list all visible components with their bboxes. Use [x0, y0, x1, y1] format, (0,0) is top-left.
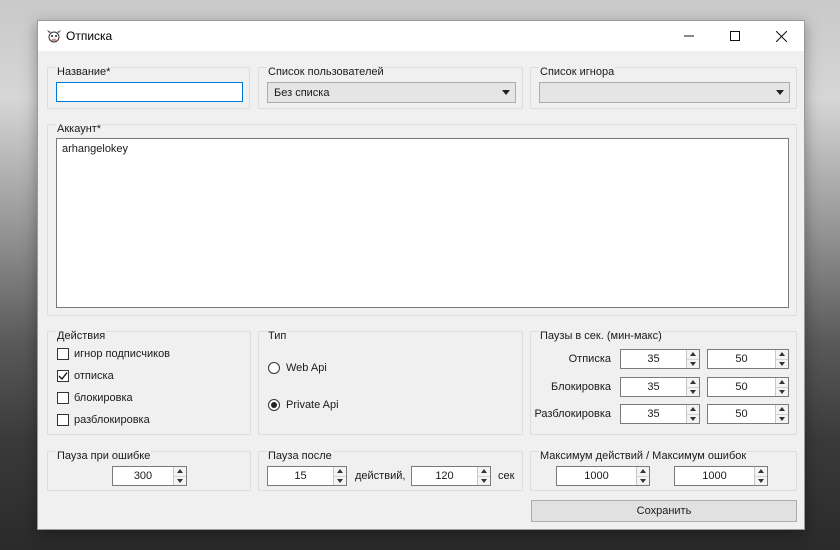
pause-block-max[interactable]: 50	[707, 377, 789, 397]
pause-unfollow-max[interactable]: 50	[707, 349, 789, 369]
actions-group: Действия игнор подписчиков отписка блоки…	[47, 330, 251, 435]
spin-buttons[interactable]	[686, 378, 699, 396]
radio-button[interactable]	[268, 399, 280, 411]
checkbox-unblock[interactable]: разблокировка	[57, 414, 150, 426]
radio-private-api[interactable]: Private Api	[268, 399, 339, 411]
checkbox-label: отписка	[74, 370, 114, 382]
maximize-button[interactable]	[712, 21, 758, 51]
checkbox-box[interactable]	[57, 392, 69, 404]
checkbox-block[interactable]: блокировка	[57, 392, 133, 404]
checkbox-label: игнор подписчиков	[74, 348, 171, 360]
ignore-list-select[interactable]	[539, 82, 790, 103]
radio-label: Web Api	[286, 362, 327, 374]
checkbox-ignore-followers[interactable]: игнор подписчиков	[57, 348, 170, 360]
type-group-title: Тип	[267, 330, 288, 342]
maximize-icon	[730, 31, 740, 41]
spin-buttons[interactable]	[333, 467, 346, 485]
checkbox-box[interactable]	[57, 370, 69, 382]
minimize-icon	[684, 35, 694, 37]
spin-buttons[interactable]	[686, 350, 699, 368]
radio-web-api[interactable]: Web Api	[268, 362, 327, 374]
pause-after-seconds-spinner[interactable]: 120	[411, 466, 491, 486]
spin-buttons[interactable]	[477, 467, 490, 485]
pause-unfollow-min[interactable]: 35	[620, 349, 700, 369]
pause-unblock-label: Разблокировка	[534, 408, 611, 420]
pause-after-seconds-label: сек	[498, 470, 515, 482]
checkbox-box[interactable]	[57, 348, 69, 360]
chevron-down-icon	[776, 90, 784, 95]
name-group-title: Название*	[56, 66, 112, 78]
pauses-group: Паузы в сек. (мин-макс) Отписка 35 50 Бл…	[530, 330, 797, 435]
error-pause-group: Пауза при ошибке 300	[47, 450, 251, 491]
chevron-down-icon	[502, 90, 510, 95]
checkbox-label: разблокировка	[74, 414, 150, 426]
error-pause-spinner[interactable]: 300	[112, 466, 187, 486]
ignore-list-group-title: Список игнора	[539, 66, 616, 78]
max-actions-spinner[interactable]: 1000	[556, 466, 650, 486]
account-group-title: Аккаунт*	[56, 123, 103, 135]
minimize-button[interactable]	[666, 21, 712, 51]
pause-after-group-title: Пауза после	[267, 450, 333, 462]
title-bar[interactable]: Отписка	[38, 21, 804, 51]
pause-block-min[interactable]: 35	[620, 377, 700, 397]
max-group: Максимум действий / Максимум ошибок 1000…	[530, 450, 797, 491]
account-value: arhangelokey	[62, 143, 129, 155]
actions-group-title: Действия	[56, 330, 107, 342]
spin-buttons[interactable]	[173, 467, 186, 485]
unfollow-window: Отписка Название* Список пользователей Б…	[37, 20, 805, 530]
spin-buttons[interactable]	[775, 405, 788, 423]
name-group: Название*	[47, 66, 250, 109]
spin-buttons[interactable]	[754, 467, 767, 485]
pause-after-actions-spinner[interactable]: 15	[267, 466, 347, 486]
spin-buttons[interactable]	[636, 467, 649, 485]
pause-after-group: Пауза после 15 действий, 120 сек	[258, 450, 523, 491]
checkbox-box[interactable]	[57, 414, 69, 426]
pause-after-actions-label: действий,	[355, 470, 406, 482]
pause-unfollow-label: Отписка	[568, 353, 611, 365]
save-button[interactable]: Сохранить	[531, 500, 797, 522]
pause-unblock-min[interactable]: 35	[620, 404, 700, 424]
name-input[interactable]	[56, 82, 243, 102]
radio-label: Private Api	[286, 399, 339, 411]
window-title: Отписка	[66, 29, 113, 43]
spin-buttons[interactable]	[686, 405, 699, 423]
close-button[interactable]	[758, 21, 804, 51]
error-pause-group-title: Пауза при ошибке	[56, 450, 152, 462]
pause-block-label: Блокировка	[551, 381, 611, 393]
checkbox-label: блокировка	[74, 392, 133, 404]
ignore-list-group: Список игнора	[530, 66, 797, 109]
pauses-group-title: Паузы в сек. (мин-макс)	[539, 330, 663, 342]
radio-button[interactable]	[268, 362, 280, 374]
users-list-select[interactable]: Без списка	[267, 82, 516, 103]
pause-unblock-max[interactable]: 50	[707, 404, 789, 424]
max-group-title: Максимум действий / Максимум ошибок	[539, 450, 748, 462]
type-group: Тип Web Api Private Api	[258, 330, 523, 435]
checkbox-unfollow[interactable]: отписка	[57, 370, 114, 382]
close-icon	[775, 30, 787, 42]
cow-icon	[46, 28, 62, 44]
spin-buttons[interactable]	[775, 378, 788, 396]
checkmark-icon	[58, 372, 68, 381]
users-list-group-title: Список пользователей	[267, 66, 385, 78]
radio-dot	[271, 402, 277, 408]
users-list-selected: Без списка	[274, 86, 330, 99]
account-group: Аккаунт* arhangelokey	[47, 123, 797, 316]
spin-buttons[interactable]	[775, 350, 788, 368]
account-textarea[interactable]: arhangelokey	[56, 138, 789, 308]
users-list-group: Список пользователей Без списка	[258, 66, 523, 109]
max-errors-spinner[interactable]: 1000	[674, 466, 768, 486]
